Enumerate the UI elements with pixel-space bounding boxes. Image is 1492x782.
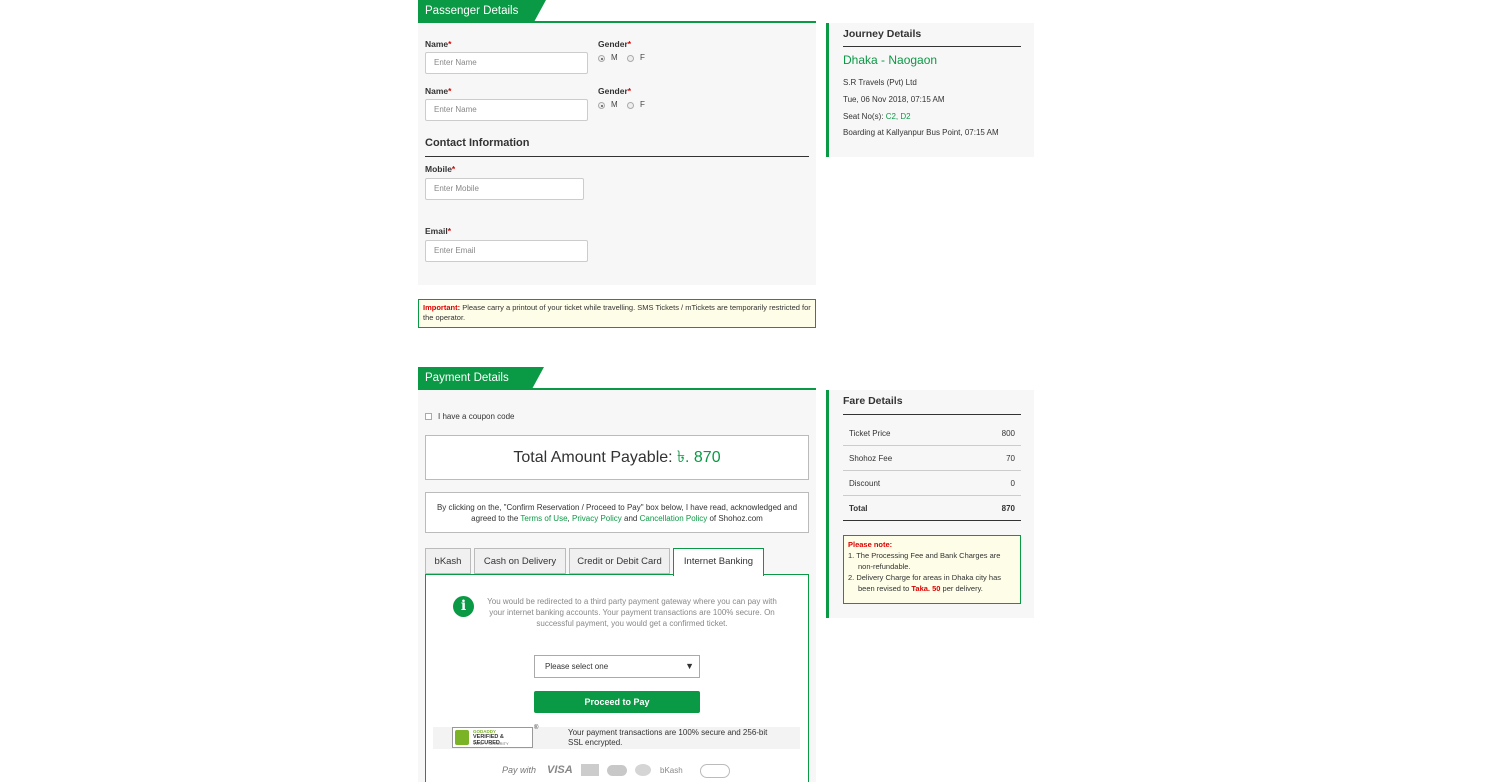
registered-mark: ® [534,725,539,731]
gender-label-2: Gender* [598,86,632,96]
total-amount-box: Total Amount Payable: ৳. 870 [425,435,809,480]
gender-m-radio-1[interactable] [598,55,605,62]
gender-label-1: Gender* [598,39,632,49]
fare-title: Fare Details [843,395,903,407]
bank-select[interactable]: Please select one ▼ [534,655,700,678]
important-label: Important: [423,303,461,312]
bank-select-value: Please select one [545,662,609,671]
gender-m-label-1: M [611,53,618,62]
gender-f-radio-1[interactable] [627,55,634,62]
dbbl-logo [635,764,651,776]
tab-credit-debit-card[interactable]: Credit or Debit Card [569,548,670,574]
journey-boarding: Boarding at Kallyanpur Bus Point, 07:15 … [843,128,999,137]
fare-note: Please note: 1. The Processing Fee and B… [843,535,1021,604]
fare-row-shohoz-fee: Shohoz Fee 70 [843,445,1021,471]
fare-row-ticket-price: Ticket Price 800 [843,420,1021,446]
terms-box: By clicking on the, "Confirm Reservation… [425,492,809,533]
privacy-policy-link[interactable]: Privacy Policy [572,514,622,523]
payment-details-tab: Payment Details [418,367,544,389]
total-value: ৳. 870 [677,449,721,466]
badge-line3: VERIFY SECURITY [473,741,509,746]
info-icon: i [453,596,474,617]
terms-line2: agreed to the Terms of Use, Privacy Poli… [471,514,763,523]
terms-line1: By clicking on the, "Confirm Reservation… [436,503,798,512]
journey-title: Journey Details [843,28,922,40]
mobile-input[interactable]: Enter Mobile [425,178,584,200]
name-label-1: Name* [425,39,452,49]
chevron-down-icon: ▼ [685,661,694,671]
name-label-2: Name* [425,86,452,96]
terms-of-use-link[interactable]: Terms of Use [520,514,567,523]
fare-note-1: 1. The Processing Fee and Bank Charges a… [848,551,1001,571]
coupon-label: I have a coupon code [438,412,515,421]
fare-divider [843,414,1021,415]
fare-row-discount: Discount 0 [843,470,1021,496]
cancellation-policy-link[interactable]: Cancellation Policy [640,514,708,523]
amex-logo [581,764,599,776]
name-input-2[interactable]: Enter Name [425,99,588,121]
tab-cash-on-delivery[interactable]: Cash on Delivery [474,548,566,574]
contact-divider [425,156,809,157]
tab-bkash[interactable]: bKash [425,548,471,574]
gender-f-label-1: F [640,53,645,62]
payment-details-title: Payment Details [425,372,509,384]
fare-row-total: Total 870 [843,495,1021,521]
proceed-to-pay-button[interactable]: Proceed to Pay [534,691,700,713]
mobile-label: Mobile* [425,164,456,174]
gender-m-label-2: M [611,100,618,109]
name-input-1[interactable]: Enter Name [425,52,588,74]
coupon-checkbox[interactable] [425,413,432,420]
godaddy-badge[interactable]: GODADDY VERIFIED & SECURED VERIFY SECURI… [452,727,533,748]
pay-with-label: Pay with [502,765,537,775]
journey-datetime: Tue, 06 Nov 2018, 07:15 AM [843,95,945,104]
passenger-details-tab: Passenger Details [418,0,546,22]
tab-internet-banking[interactable]: Internet Banking [673,548,764,576]
passenger-details-title: Passenger Details [425,5,519,17]
important-notice: Important: Please carry a printout of yo… [418,299,816,328]
email-input[interactable]: Enter Email [425,240,588,262]
journey-divider [843,46,1021,47]
gender-f-label-2: F [640,100,645,109]
gender-f-radio-2[interactable] [627,102,634,109]
mastercard-logo [607,765,627,776]
lock-icon [455,730,469,745]
mycash-logo [700,764,730,778]
journey-operator: S.R Travels (Pvt) Ltd [843,78,917,87]
important-text: Please carry a printout of your ticket w… [423,303,811,322]
bkash-logo: bKash [660,766,683,775]
journey-route: Dhaka - Naogaon [843,53,938,67]
visa-logo: VISA [547,764,573,776]
fare-note-title: Please note: [848,540,893,549]
gender-m-radio-2[interactable] [598,102,605,109]
contact-title: Contact Information [425,137,530,149]
info-text: You would be redirected to a third party… [487,597,777,628]
total-label: Total Amount Payable: [513,449,673,466]
fare-note-2: 2. Delivery Charge for areas in Dhaka ci… [848,573,1001,593]
journey-seats: Seat No(s): C2, D2 [843,112,911,121]
secure-text: Your payment transactions are 100% secur… [568,728,768,747]
email-label: Email* [425,226,451,236]
